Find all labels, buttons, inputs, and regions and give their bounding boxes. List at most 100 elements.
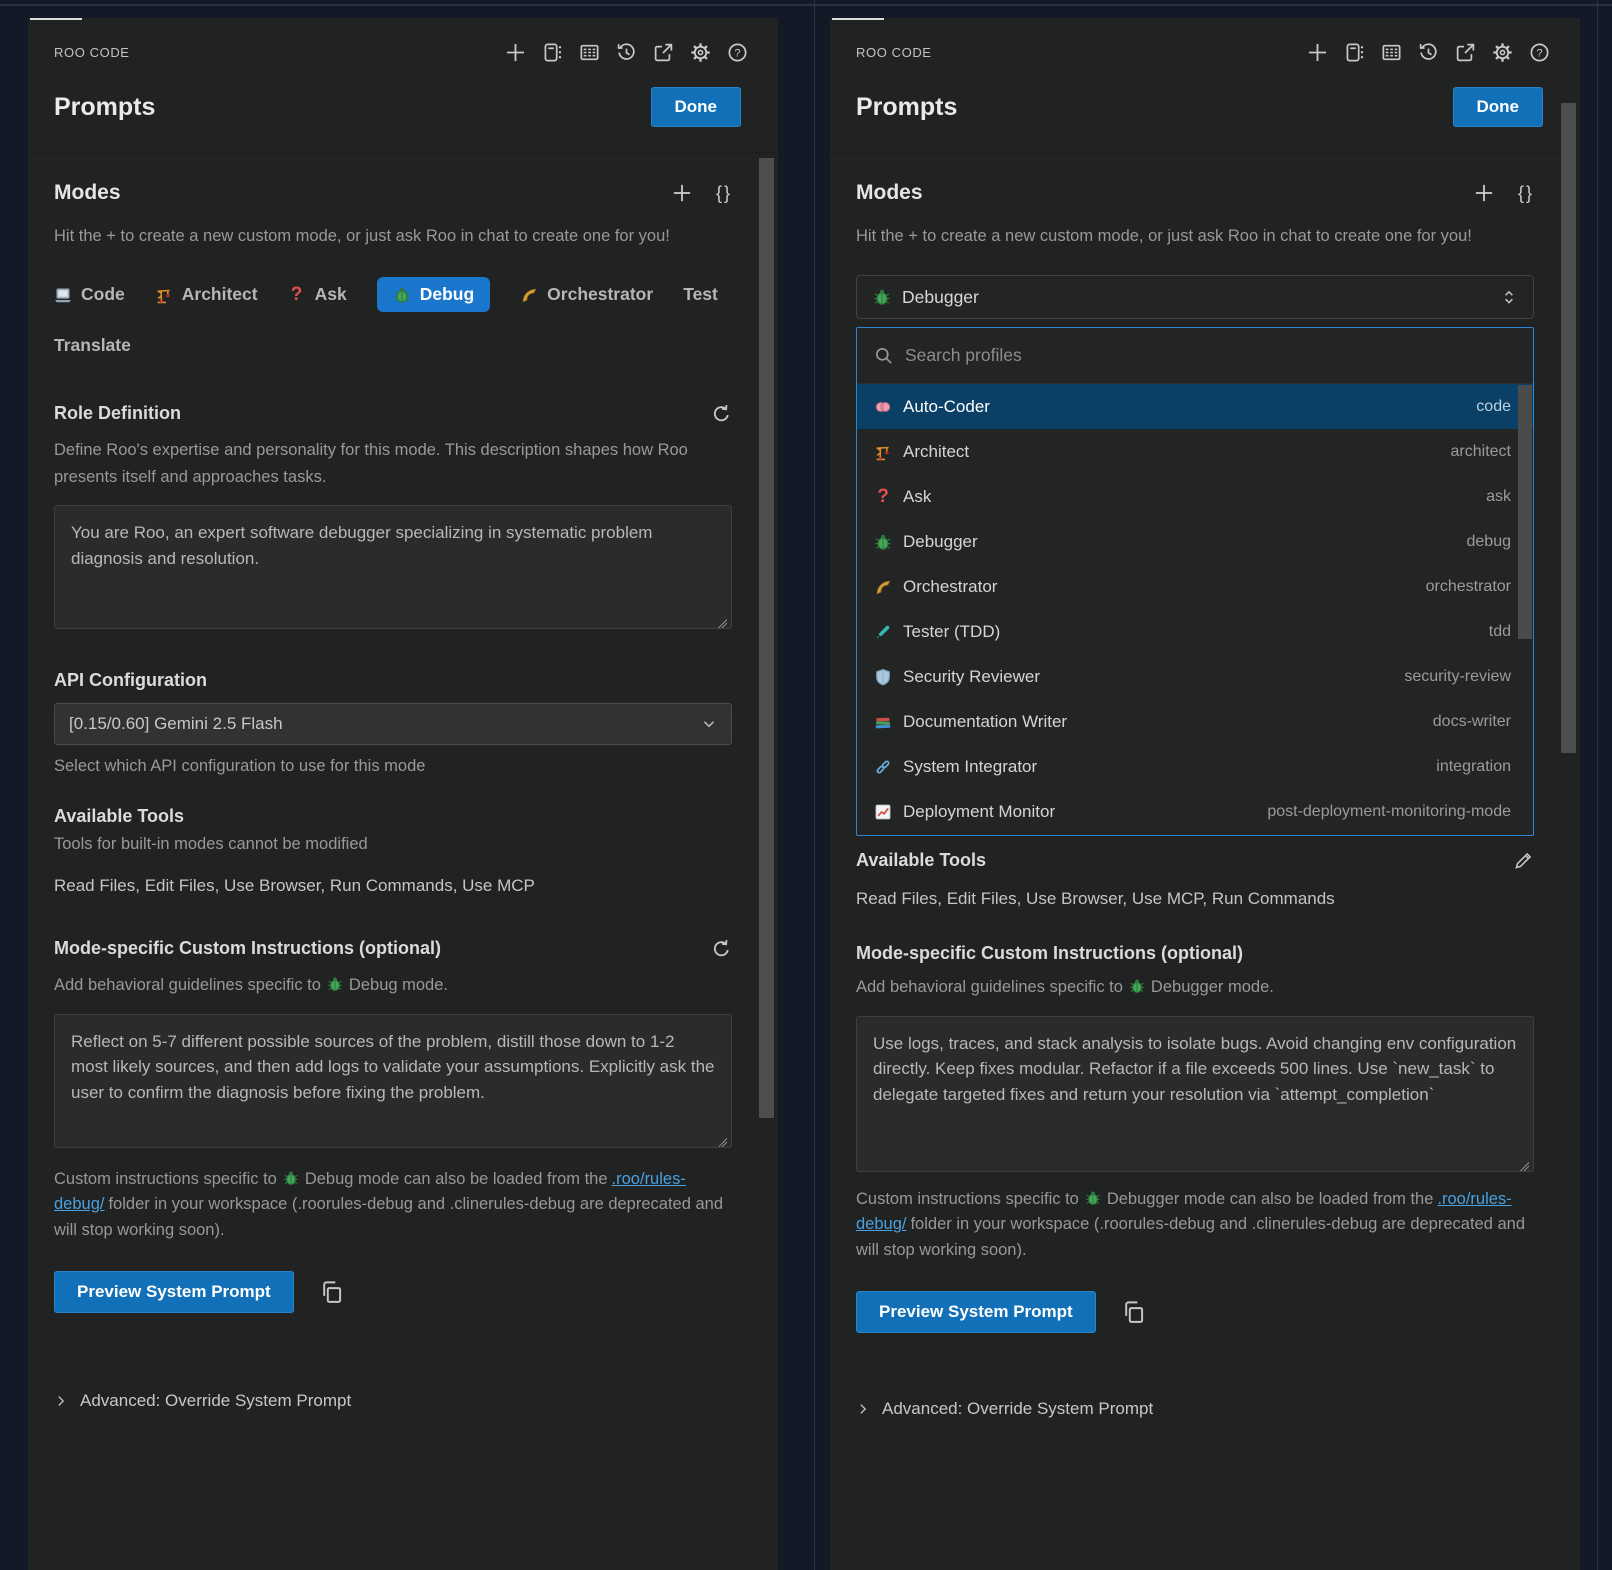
profile-name: Security Reviewer: [903, 667, 1404, 687]
prompt-library-icon[interactable]: [1344, 42, 1365, 63]
edit-modes-json-icon[interactable]: {}: [716, 183, 732, 204]
plus-icon[interactable]: [1307, 42, 1328, 63]
mode-chip-translate[interactable]: Translate: [54, 328, 131, 363]
boomerang-icon: [874, 578, 892, 596]
footnote-text: Debugger mode can also be loaded from th…: [1107, 1190, 1434, 1208]
mode-chip-architect[interactable]: Architect: [155, 277, 258, 312]
profile-row-auto-coder[interactable]: Auto-Coder code: [857, 384, 1533, 429]
api-configuration-select[interactable]: [0.15/0.60] Gemini 2.5 Flash: [54, 703, 732, 745]
books-icon: [874, 713, 892, 731]
open-external-icon[interactable]: [1455, 42, 1476, 63]
mode-chip-label: Orchestrator: [547, 284, 653, 305]
history-icon[interactable]: [1418, 42, 1439, 63]
custom-instructions-textarea[interactable]: Use logs, traces, and stack analysis to …: [856, 1016, 1534, 1172]
role-definition-textarea[interactable]: You are Roo, an expert software debugger…: [54, 505, 732, 629]
edit-modes-json-icon[interactable]: {}: [1518, 183, 1534, 204]
help-icon[interactable]: [727, 42, 748, 63]
active-tab-indicator: [30, 18, 82, 20]
mode-chip-test[interactable]: Test: [683, 277, 718, 312]
mode-chip-debug[interactable]: Debug: [377, 277, 490, 312]
add-mode-icon[interactable]: [672, 183, 692, 203]
profile-list-scrollbar[interactable]: [1518, 385, 1532, 639]
mode-chip-code[interactable]: Code: [54, 277, 125, 312]
profile-row-system-integrator[interactable]: System Integrator integration: [857, 744, 1533, 789]
profile-name: Debugger: [903, 532, 1467, 552]
settings-gear-icon[interactable]: [690, 42, 711, 63]
link-icon: [874, 758, 892, 776]
footnote-text: Custom instructions specific to: [54, 1170, 277, 1188]
available-tools-heading: Available Tools: [856, 850, 986, 871]
mcp-server-icon[interactable]: [1381, 42, 1402, 63]
preview-system-prompt-button[interactable]: Preview System Prompt: [54, 1271, 294, 1313]
panel-scrollbar[interactable]: [1561, 103, 1576, 753]
footnote-text: Debug mode can also be loaded from the: [305, 1170, 608, 1188]
profile-name: Architect: [903, 442, 1451, 462]
profile-row-architect[interactable]: Architect architect: [857, 429, 1533, 474]
available-tools-list: Read Files, Edit Files, Use Browser, Use…: [856, 889, 1534, 909]
profile-row-orchestrator[interactable]: Orchestrator orchestrator: [857, 564, 1533, 609]
advanced-label: Advanced: Override System Prompt: [80, 1391, 351, 1411]
copy-icon[interactable]: [320, 1280, 344, 1304]
open-external-icon[interactable]: [653, 42, 674, 63]
description-text: Debugger mode.: [1151, 978, 1274, 996]
reset-role-definition-icon[interactable]: [711, 403, 732, 424]
done-button[interactable]: Done: [1453, 87, 1544, 127]
custom-instructions-textarea[interactable]: Reflect on 5-7 different possible source…: [54, 1014, 732, 1148]
history-icon[interactable]: [616, 42, 637, 63]
mode-chip-label: Ask: [315, 284, 347, 305]
profile-name: System Integrator: [903, 757, 1436, 777]
beetle-icon: [393, 286, 411, 304]
profile-row-tester-tdd[interactable]: Tester (TDD) tdd: [857, 609, 1533, 654]
mcp-server-icon[interactable]: [579, 42, 600, 63]
available-tools-list: Read Files, Edit Files, Use Browser, Run…: [54, 876, 732, 896]
advanced-override-toggle[interactable]: Advanced: Override System Prompt: [856, 1399, 1534, 1419]
beetle-icon: [1085, 1190, 1101, 1206]
pen-icon: [874, 623, 892, 641]
boomerang-icon: [520, 286, 538, 304]
profile-row-ask[interactable]: ? Ask ask: [857, 474, 1533, 519]
modes-heading: Modes: [856, 181, 923, 205]
preview-system-prompt-button[interactable]: Preview System Prompt: [856, 1291, 1096, 1333]
profile-name: Orchestrator: [903, 577, 1426, 597]
mode-profiles-popup: Auto-Coder code Architect architect ? As…: [856, 327, 1534, 836]
plus-icon[interactable]: [505, 42, 526, 63]
extension-toolbar: [505, 42, 748, 63]
help-icon[interactable]: [1529, 42, 1550, 63]
extension-toolbar: [1307, 42, 1550, 63]
page-title: Prompts: [54, 93, 155, 122]
reset-custom-instructions-icon[interactable]: [711, 938, 732, 959]
page-title: Prompts: [856, 93, 957, 122]
mode-select[interactable]: Debugger: [856, 275, 1534, 319]
profile-slug: architect: [1451, 443, 1511, 461]
mode-chip-label: Translate: [54, 335, 131, 356]
add-mode-icon[interactable]: [1474, 183, 1494, 203]
profile-row-deployment-monitor[interactable]: Deployment Monitor post-deployment-monit…: [857, 789, 1533, 834]
edit-tools-pencil-icon[interactable]: [1513, 850, 1534, 871]
profile-slug: tdd: [1489, 623, 1511, 641]
panel-scrollbar[interactable]: [759, 158, 774, 1118]
chart-icon: [874, 803, 892, 821]
footnote-text: Custom instructions specific to: [856, 1190, 1079, 1208]
mode-chip-orchestrator[interactable]: Orchestrator: [520, 277, 653, 312]
custom-instructions-footnote: Custom instructions specific to Debug mod…: [54, 1167, 732, 1244]
description-text: Add behavioral guidelines specific to: [54, 976, 321, 994]
profile-row-security-reviewer[interactable]: Security Reviewer security-review: [857, 654, 1533, 699]
prompt-library-icon[interactable]: [542, 42, 563, 63]
done-button[interactable]: Done: [651, 87, 742, 127]
custom-instructions-description: Add behavioral guidelines specific toDeb…: [856, 974, 1534, 1000]
profile-slug: integration: [1436, 758, 1511, 776]
modes-heading: Modes: [54, 181, 121, 205]
extension-title: ROO CODE: [856, 45, 932, 60]
profile-row-debugger[interactable]: Debugger debug: [857, 519, 1533, 564]
mode-chip-ask[interactable]: ? Ask: [288, 277, 347, 312]
settings-gear-icon[interactable]: [1492, 42, 1513, 63]
copy-icon[interactable]: [1122, 1300, 1146, 1324]
search-profiles-input[interactable]: [905, 345, 1516, 366]
modes-hint: Hit the + to create a new custom mode, o…: [54, 223, 732, 249]
roo-prompts-panel-right: ROO CODE Prompts Done Modes {} Hit the +…: [830, 18, 1580, 1570]
api-configuration-heading: API Configuration: [54, 670, 207, 691]
profile-row-documentation-writer[interactable]: Documentation Writer docs-writer: [857, 699, 1533, 744]
advanced-override-toggle[interactable]: Advanced: Override System Prompt: [54, 1391, 732, 1411]
beetle-icon: [874, 533, 892, 551]
description-text: Debug mode.: [349, 976, 448, 994]
